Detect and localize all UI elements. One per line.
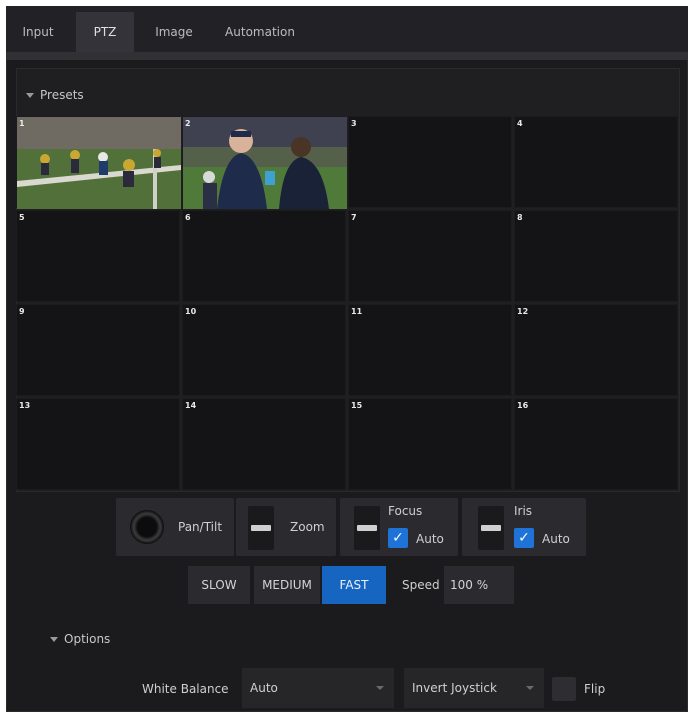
focus-auto-label: Auto bbox=[416, 532, 444, 546]
white-balance-label: White Balance bbox=[142, 682, 229, 696]
preset-slot-16[interactable]: 16 bbox=[514, 398, 678, 490]
preset-number: 4 bbox=[517, 119, 523, 128]
tab-image[interactable]: Image bbox=[144, 12, 204, 52]
preset-slot-15[interactable]: 15 bbox=[348, 398, 512, 490]
preset-grid: 1 2 3 4 5 6 7 8 9 10 11 12 13 14 15 16 bbox=[16, 116, 682, 492]
iris-auto-checkbox[interactable]: ✓ bbox=[514, 528, 534, 548]
presets-header[interactable]: Presets bbox=[26, 88, 84, 102]
flip-label: Flip bbox=[584, 682, 606, 696]
flip-checkbox[interactable] bbox=[552, 677, 576, 701]
tab-input[interactable]: Input bbox=[12, 12, 64, 52]
iris-auto-label: Auto bbox=[542, 532, 570, 546]
focus-control: Focus ✓ Auto bbox=[340, 498, 458, 556]
preset-2-thumbnail bbox=[183, 117, 347, 209]
tab-automation[interactable]: Automation bbox=[214, 12, 306, 52]
preset-number: 5 bbox=[19, 213, 25, 222]
presets-title: Presets bbox=[40, 88, 84, 102]
options-header[interactable]: Options bbox=[50, 632, 110, 646]
preset-slot-10[interactable]: 10 bbox=[182, 304, 346, 396]
preset-number: 8 bbox=[517, 213, 523, 222]
preset-slot-3[interactable]: 3 bbox=[348, 116, 512, 208]
preset-slot-2[interactable]: 2 bbox=[182, 116, 347, 209]
preset-1-thumbnail bbox=[17, 117, 181, 209]
invert-joystick-value: Invert Joystick bbox=[412, 681, 497, 695]
preset-slot-6[interactable]: 6 bbox=[182, 210, 346, 302]
preset-slot-1[interactable]: 1 bbox=[16, 116, 181, 209]
preset-number: 12 bbox=[517, 307, 529, 316]
preset-number: 11 bbox=[351, 307, 363, 316]
checkmark-icon: ✓ bbox=[518, 530, 530, 546]
tab-bar: Input PTZ Image Automation bbox=[6, 6, 688, 52]
speed-fast-button[interactable]: FAST bbox=[322, 566, 386, 604]
preset-number: 2 bbox=[185, 119, 191, 128]
preset-slot-8[interactable]: 8 bbox=[514, 210, 678, 302]
pan-tilt-label: Pan/Tilt bbox=[178, 520, 223, 534]
options-title: Options bbox=[64, 632, 111, 646]
preset-number: 9 bbox=[19, 307, 25, 316]
iris-control: Iris ✓ Auto bbox=[462, 498, 586, 556]
speed-slow-button[interactable]: SLOW bbox=[188, 566, 250, 604]
pan-tilt-joystick[interactable] bbox=[130, 510, 164, 544]
white-balance-dropdown[interactable]: Auto bbox=[242, 668, 394, 708]
speed-label: Speed bbox=[402, 578, 440, 592]
preset-number: 7 bbox=[351, 213, 357, 222]
iris-label: Iris bbox=[514, 504, 533, 518]
preset-slot-4[interactable]: 4 bbox=[514, 116, 678, 208]
focus-slider[interactable] bbox=[354, 506, 380, 550]
preset-number: 3 bbox=[351, 119, 357, 128]
speed-value-field[interactable]: 100 % bbox=[444, 566, 514, 604]
preset-number: 13 bbox=[19, 401, 31, 410]
preset-slot-12[interactable]: 12 bbox=[514, 304, 678, 396]
preset-number: 16 bbox=[517, 401, 529, 410]
invert-joystick-dropdown[interactable]: Invert Joystick bbox=[404, 668, 544, 708]
preset-slot-11[interactable]: 11 bbox=[348, 304, 512, 396]
chevron-down-icon bbox=[376, 686, 384, 690]
preset-slot-5[interactable]: 5 bbox=[16, 210, 180, 302]
preset-number: 14 bbox=[185, 401, 197, 410]
pan-tilt-control: Pan/Tilt bbox=[116, 498, 234, 556]
chevron-down-icon bbox=[526, 686, 534, 690]
zoom-control: Zoom bbox=[236, 498, 336, 556]
preset-slot-14[interactable]: 14 bbox=[182, 398, 346, 490]
speed-medium-button[interactable]: MEDIUM bbox=[254, 566, 320, 604]
tab-ptz[interactable]: PTZ bbox=[76, 12, 134, 52]
checkmark-icon: ✓ bbox=[392, 530, 404, 546]
focus-label: Focus bbox=[388, 504, 423, 518]
collapse-triangle-icon bbox=[50, 637, 58, 642]
zoom-slider[interactable] bbox=[248, 506, 274, 550]
iris-slider[interactable] bbox=[478, 506, 504, 550]
preset-number: 15 bbox=[351, 401, 363, 410]
focus-auto-checkbox[interactable]: ✓ bbox=[388, 528, 408, 548]
tab-underline bbox=[6, 52, 688, 60]
preset-number: 1 bbox=[19, 119, 25, 128]
preset-slot-13[interactable]: 13 bbox=[16, 398, 180, 490]
white-balance-value: Auto bbox=[250, 681, 278, 695]
collapse-triangle-icon bbox=[26, 93, 34, 98]
preset-slot-7[interactable]: 7 bbox=[348, 210, 512, 302]
zoom-label: Zoom bbox=[290, 520, 325, 534]
preset-number: 6 bbox=[185, 213, 191, 222]
preset-number: 10 bbox=[185, 307, 197, 316]
preset-slot-9[interactable]: 9 bbox=[16, 304, 180, 396]
